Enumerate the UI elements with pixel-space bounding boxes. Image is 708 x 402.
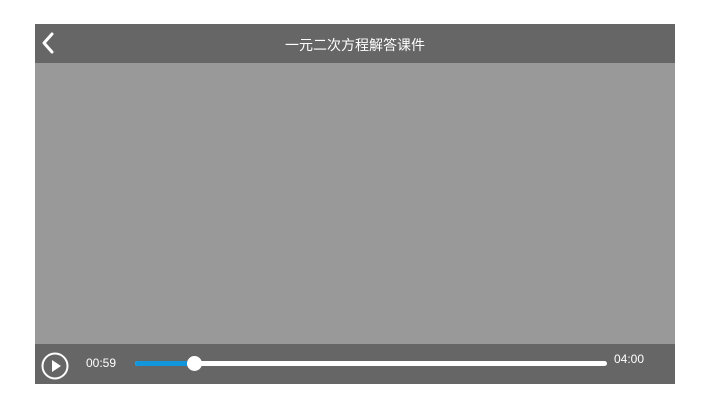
total-time: 04:00	[614, 352, 645, 366]
progress-fill	[135, 361, 194, 366]
progress-bar[interactable]	[135, 356, 607, 371]
play-circle-icon	[41, 352, 69, 380]
progress-thumb[interactable]	[186, 356, 202, 371]
current-time: 00:59	[86, 356, 117, 370]
video-surface[interactable]	[35, 63, 675, 344]
back-button[interactable]	[37, 28, 63, 58]
chevron-left-icon	[42, 32, 54, 54]
top-bar: 一元二次方程解答课件	[35, 24, 675, 63]
play-button[interactable]	[41, 352, 69, 380]
page-title: 一元二次方程解答课件	[285, 38, 425, 54]
video-player: 一元二次方程解答课件 00:59 04:00	[35, 24, 675, 384]
control-bar: 00:59 04:00	[35, 344, 675, 384]
